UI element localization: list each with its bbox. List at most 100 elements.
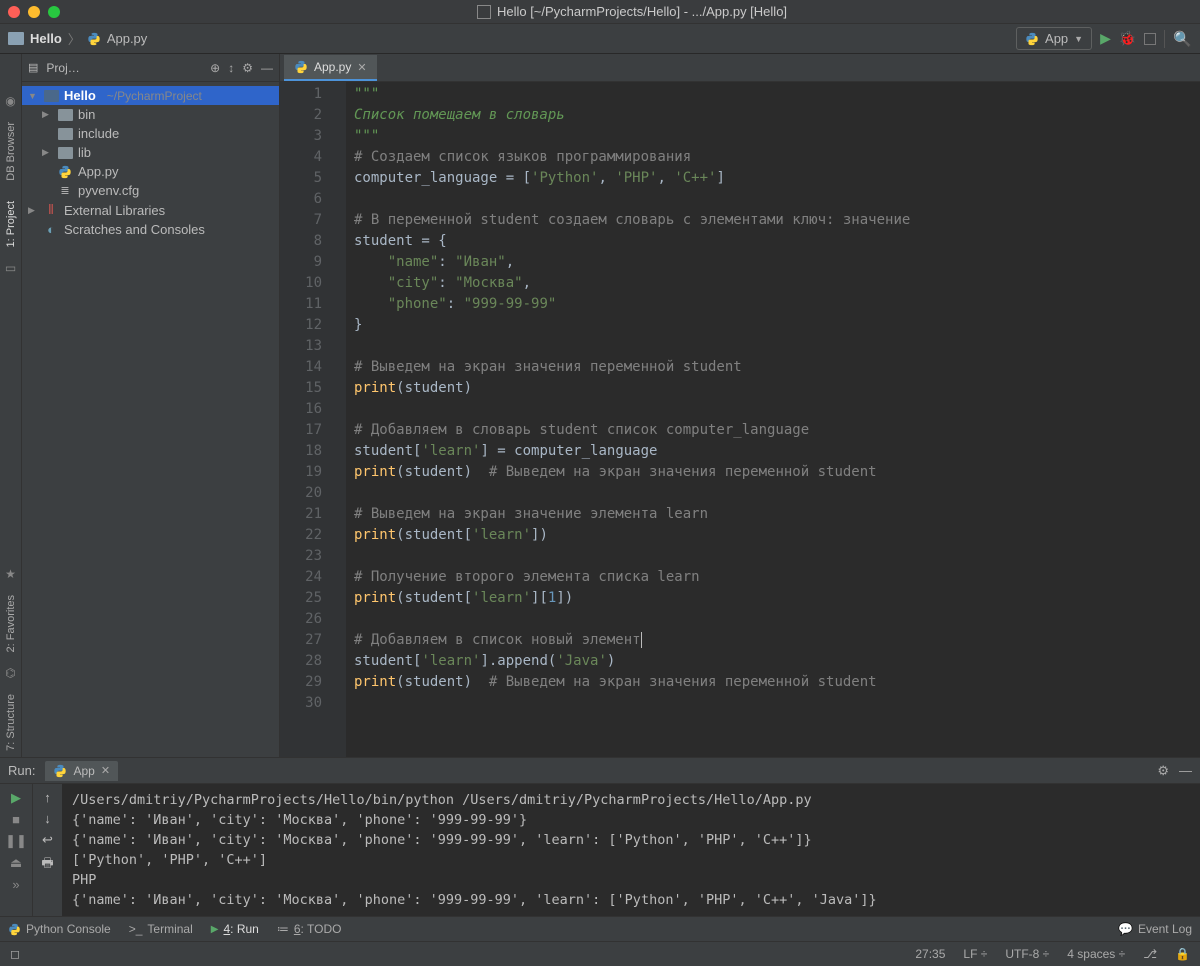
- rerun-button[interactable]: ▶: [11, 790, 21, 806]
- rail-db-browser[interactable]: DB Browser: [5, 116, 17, 187]
- project-panel-title: Proj…: [46, 61, 202, 75]
- editor-area: App.py ✕ 1234567891011121314151617181920…: [280, 54, 1200, 757]
- tree-scratches[interactable]: ◐Scratches and Consoles: [22, 220, 279, 239]
- scroll-from-source-icon[interactable]: ⊕: [210, 61, 220, 75]
- run-label: Run:: [8, 763, 35, 778]
- navigation-toolbar: Hello 〉 App.py App ▼ ▶ 🐞 🔍: [0, 24, 1200, 54]
- status-toggle-icon[interactable]: ◻: [10, 947, 20, 961]
- run-tab-app[interactable]: App ✕: [45, 761, 118, 781]
- search-everywhere-button[interactable]: 🔍: [1173, 30, 1192, 48]
- tree-pyvenv-cfg[interactable]: ≣pyvenv.cfg: [22, 181, 279, 200]
- folder-rail-icon: ▭: [4, 261, 18, 275]
- tab-event-log[interactable]: 💬Event Log: [1118, 922, 1192, 936]
- run-button[interactable]: ▶: [1100, 30, 1111, 47]
- hide-panel-icon[interactable]: —: [261, 61, 273, 75]
- tab-run[interactable]: ▶4: Run: [211, 922, 259, 936]
- config-file-icon: ≣: [57, 184, 73, 197]
- bottom-tool-tabs: Python Console >_Terminal ▶4: Run ≔6: TO…: [0, 916, 1200, 942]
- stop-run-button[interactable]: ■: [12, 812, 20, 827]
- chevron-down-icon: ▼: [1074, 34, 1083, 44]
- git-branch-icon[interactable]: ⎇: [1143, 947, 1157, 961]
- terminal-icon: >_: [129, 922, 143, 936]
- traffic-lights: [8, 6, 60, 18]
- scratches-icon: ◐: [43, 222, 59, 237]
- python-icon: [53, 764, 67, 778]
- python-file-icon: [87, 32, 101, 46]
- code-body[interactable]: """Список помещаем в словарь"""# Создаем…: [346, 82, 1200, 757]
- folder-icon: [58, 147, 73, 159]
- run-settings-icon[interactable]: ⚙: [1157, 763, 1169, 779]
- divider: [1164, 30, 1165, 48]
- more-run-icon[interactable]: »: [12, 877, 19, 892]
- todo-icon: ≔: [277, 922, 289, 936]
- code-editor[interactable]: 1234567891011121314151617181920212223242…: [280, 82, 1200, 757]
- debug-button[interactable]: 🐞: [1119, 30, 1136, 47]
- lock-icon[interactable]: 🔒: [1175, 947, 1190, 961]
- status-indent[interactable]: 4 spaces ÷: [1067, 947, 1125, 961]
- exit-run-button[interactable]: ⏏: [10, 855, 22, 871]
- tree-lib[interactable]: ▶lib: [22, 143, 279, 162]
- pause-run-button[interactable]: ❚❚: [5, 833, 27, 849]
- left-tool-rail: ◉ DB Browser 1: Project ▭ ★ 2: Favorites…: [0, 54, 22, 757]
- tree-app-py[interactable]: App.py: [22, 162, 279, 181]
- python-file-icon: [58, 165, 72, 179]
- play-icon: ▶: [211, 924, 219, 935]
- rail-structure[interactable]: 7: Structure: [5, 688, 17, 757]
- window-titlebar: Hello [~/PycharmProjects/Hello] - .../Ap…: [0, 0, 1200, 24]
- maximize-window-button[interactable]: [48, 6, 60, 18]
- db-browser-icon[interactable]: ◉: [4, 94, 18, 108]
- run-header: Run: App ✕ ⚙ —: [0, 758, 1200, 784]
- rail-favorites[interactable]: 2: Favorites: [5, 589, 17, 658]
- tree-include[interactable]: include: [22, 124, 279, 143]
- gear-icon[interactable]: ⚙: [242, 61, 253, 75]
- run-output-rail: ↑ ↓ ↩ 🖶: [32, 784, 62, 916]
- libraries-icon: ⦀: [43, 202, 59, 218]
- app-file-icon: [477, 5, 491, 19]
- folder-icon: [58, 109, 73, 121]
- tree-root[interactable]: ▼ Hello ~/PycharmProject: [22, 86, 279, 105]
- rail-project[interactable]: 1: Project: [5, 195, 17, 253]
- tab-python-console[interactable]: Python Console: [8, 922, 111, 936]
- star-icon: ★: [4, 567, 18, 581]
- hide-run-icon[interactable]: —: [1179, 763, 1192, 778]
- event-log-icon: 💬: [1118, 922, 1133, 936]
- status-caret-pos[interactable]: 27:35: [915, 947, 945, 961]
- soft-wrap-icon[interactable]: ↩: [42, 832, 53, 848]
- tab-todo[interactable]: ≔6: TODO: [277, 922, 342, 936]
- window-title: Hello [~/PycharmProjects/Hello] - .../Ap…: [72, 4, 1192, 19]
- collapse-icon[interactable]: ↕: [228, 61, 234, 75]
- breadcrumb-project[interactable]: Hello: [30, 31, 62, 46]
- structure-icon: ⌬: [4, 666, 18, 680]
- project-root-icon: [44, 90, 59, 102]
- run-output[interactable]: /Users/dmitriy/PycharmProjects/Hello/bin…: [62, 784, 1200, 916]
- stop-button[interactable]: [1144, 33, 1156, 45]
- status-bar: ◻ 27:35 LF ÷ UTF-8 ÷ 4 spaces ÷ ⎇ 🔒: [0, 942, 1200, 966]
- scroll-up-icon[interactable]: ↑: [44, 790, 51, 805]
- print-icon[interactable]: 🖶: [41, 854, 53, 876]
- status-line-sep[interactable]: LF ÷: [963, 947, 987, 961]
- close-run-tab-icon[interactable]: ✕: [101, 764, 110, 777]
- breadcrumb: Hello 〉 App.py: [8, 29, 147, 48]
- editor-tab-app[interactable]: App.py ✕: [284, 55, 377, 81]
- fold-gutter[interactable]: [332, 82, 346, 757]
- project-tree[interactable]: ▼ Hello ~/PycharmProject ▶bin include ▶l…: [22, 82, 279, 243]
- breadcrumb-separator: 〉: [68, 29, 81, 48]
- tree-external-libs[interactable]: ▶⦀External Libraries: [22, 200, 279, 220]
- scroll-down-icon[interactable]: ↓: [44, 811, 51, 826]
- folder-icon: [58, 128, 73, 140]
- line-gutter: 1234567891011121314151617181920212223242…: [280, 82, 332, 757]
- python-icon: [8, 923, 21, 936]
- close-tab-icon[interactable]: ✕: [357, 61, 366, 74]
- status-encoding[interactable]: UTF-8 ÷: [1005, 947, 1049, 961]
- breadcrumb-file[interactable]: App.py: [107, 31, 147, 46]
- minimize-window-button[interactable]: [28, 6, 40, 18]
- project-panel-header: ▤ Proj… ⊕ ↕ ⚙ —: [22, 54, 279, 82]
- python-icon: [1025, 32, 1039, 46]
- run-configuration-selector[interactable]: App ▼: [1016, 27, 1092, 50]
- tab-terminal[interactable]: >_Terminal: [129, 922, 193, 936]
- python-file-icon: [294, 60, 308, 74]
- tree-bin[interactable]: ▶bin: [22, 105, 279, 124]
- close-window-button[interactable]: [8, 6, 20, 18]
- project-folder-icon: [8, 32, 24, 45]
- run-tool-window: Run: App ✕ ⚙ — ▶ ■ ❚❚ ⏏ » ↑ ↓ ↩ 🖶 /Users…: [0, 757, 1200, 916]
